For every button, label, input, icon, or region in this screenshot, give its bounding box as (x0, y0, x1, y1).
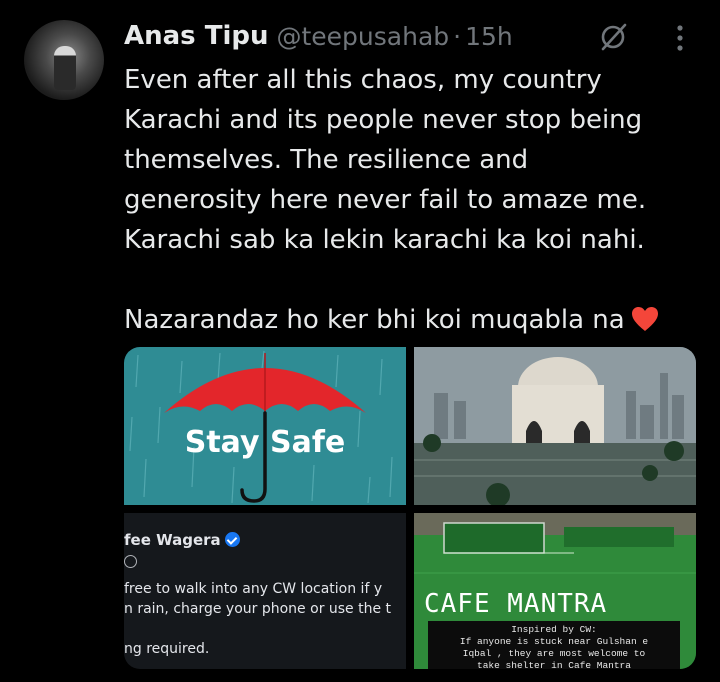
image-facebook-post[interactable]: fee Wagera free to walk into any CW loca… (124, 513, 406, 669)
cafe-title: CAFE MANTRA (424, 589, 608, 619)
image-stay-safe[interactable]: Stay Safe (124, 347, 406, 505)
image-flooded-monument[interactable] (414, 347, 696, 505)
stay-safe-text: Stay Safe (184, 425, 346, 460)
post-line-1: free to walk into any CW location if y (124, 581, 383, 597)
timestamp[interactable]: 15h (465, 22, 513, 51)
globe-icon (124, 555, 137, 568)
author-name[interactable]: Anas Tipu (124, 21, 268, 51)
flooded-monument-image (414, 347, 696, 505)
page-name: fee Wagera (124, 531, 240, 549)
verified-badge-icon (224, 532, 240, 547)
red-heart-icon (631, 307, 658, 331)
avatar[interactable] (24, 20, 104, 100)
tweet-text: Even after all this chaos, my country Ka… (124, 60, 714, 340)
separator-dot: · (453, 21, 462, 51)
shelter-note: Inspired by CW: If anyone is stuck near … (428, 621, 680, 669)
image-cafe-mantra[interactable]: CAFE MANTRA Inspired by CW: If anyone is… (414, 513, 696, 669)
grok-icon[interactable] (596, 20, 630, 54)
media-grid: Stay Safe fee Wagera free to walk into a… (124, 347, 696, 669)
author-handle[interactable]: @teepusahab (276, 22, 449, 51)
post-line-3: ng required. (124, 641, 210, 657)
tweet-body: Even after all this chaos, my country Ka… (124, 65, 647, 335)
more-options-icon[interactable] (672, 22, 688, 54)
tweet-header: Anas Tipu @teepusahab · 15h (124, 18, 513, 54)
post-line-2: n rain, charge your phone or use the t (124, 601, 392, 617)
